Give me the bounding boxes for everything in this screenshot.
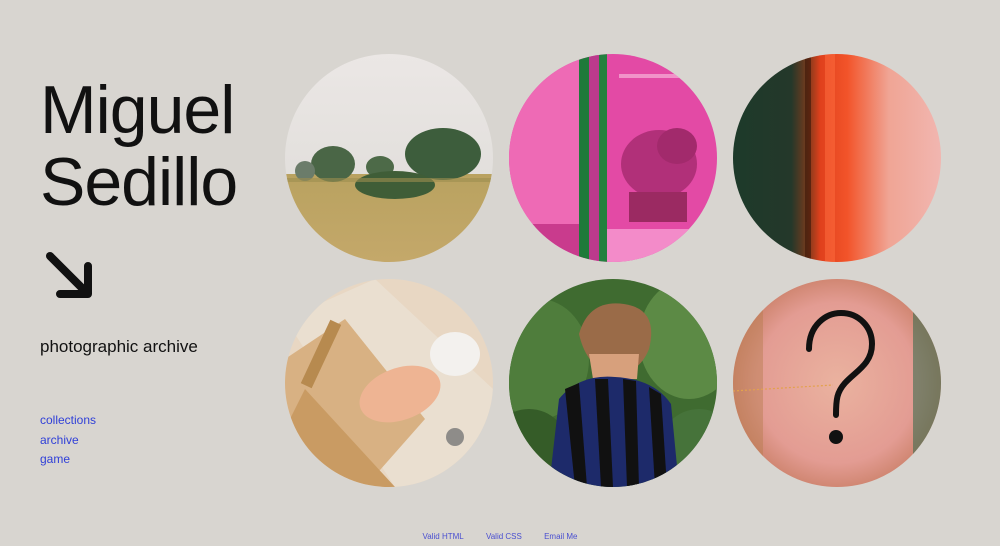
nav-link-collections[interactable]: collections: [40, 411, 96, 431]
pink-greenhouse-photo: [509, 54, 717, 262]
question-mark-icon: [806, 309, 876, 444]
name-first: Miguel: [40, 72, 235, 148]
main-nav: collections archive game: [40, 411, 96, 470]
gallery-item-greenhouse[interactable]: [509, 54, 717, 262]
nav-link-archive[interactable]: archive: [40, 431, 96, 451]
gallery-item-mystery[interactable]: [733, 279, 941, 487]
nav-link-game[interactable]: game: [40, 450, 96, 470]
footer: Valid HTML Valid CSS Email Me: [0, 532, 1000, 541]
page: Miguel Sedillo photographic archive coll…: [0, 0, 1000, 546]
film-light-leak-photo: [733, 54, 941, 262]
name-last: Sedillo: [40, 144, 238, 220]
footer-link-valid-html[interactable]: Valid HTML: [423, 532, 464, 541]
woodwork-hands-photo: [285, 279, 493, 487]
gallery-item-light-leak[interactable]: [733, 54, 941, 262]
site-title[interactable]: Miguel Sedillo: [40, 72, 238, 220]
site-subtitle: photographic archive: [40, 337, 198, 356]
footer-link-email[interactable]: Email Me: [544, 532, 577, 541]
boy-striped-shirt-photo: [509, 279, 717, 487]
arrow-down-right-icon: [46, 252, 92, 298]
gallery-item-woodwork[interactable]: [285, 279, 493, 487]
landscape-field-photo: [285, 54, 493, 262]
gallery-item-landscape[interactable]: [285, 54, 493, 262]
footer-link-valid-css[interactable]: Valid CSS: [486, 532, 522, 541]
gallery-item-boy[interactable]: [509, 279, 717, 487]
